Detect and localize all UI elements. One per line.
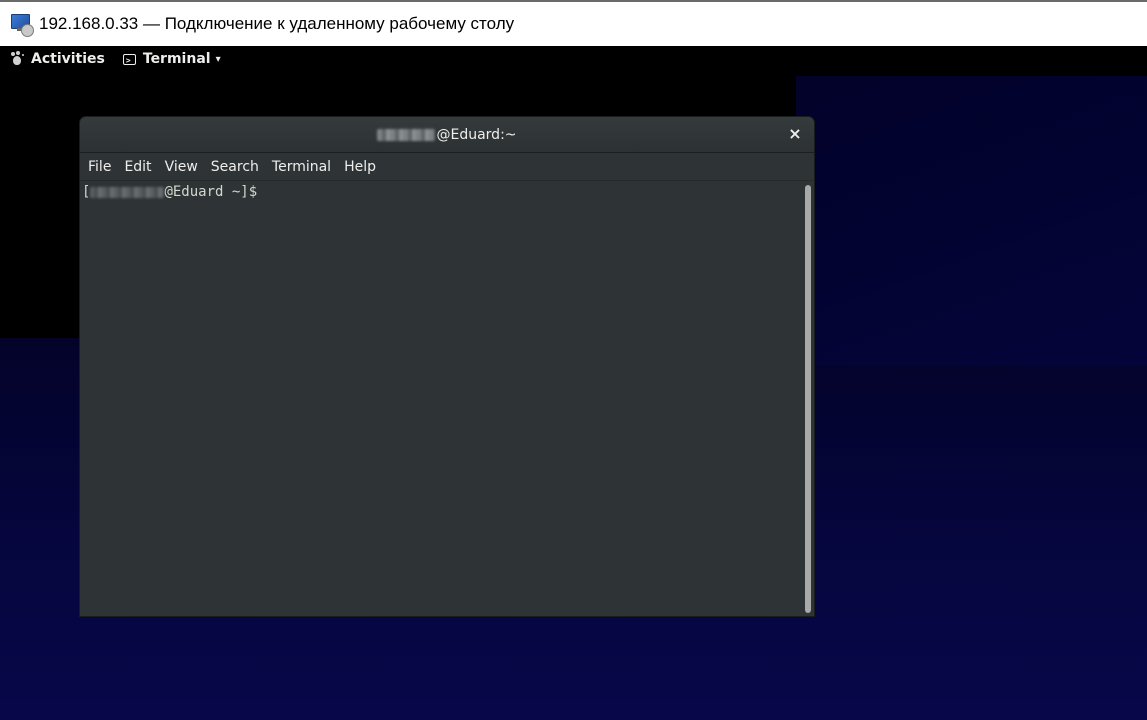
close-icon: ×	[788, 124, 802, 143]
terminal-window[interactable]: @Eduard:~ × File Edit View Search Termin…	[80, 117, 814, 616]
app-menu-label: Terminal	[142, 51, 211, 67]
terminal-scrollbar[interactable]	[805, 185, 811, 613]
menu-help[interactable]: Help	[339, 159, 381, 175]
menu-search[interactable]: Search	[206, 159, 264, 175]
terminal-icon: >	[122, 53, 136, 65]
desktop-background-right	[796, 76, 1147, 366]
redacted-prompt-username	[90, 186, 165, 198]
terminal-headerbar[interactable]: @Eduard:~ ×	[80, 117, 814, 153]
prompt-bracket: [	[82, 184, 91, 200]
terminal-title-host: @Eduard:~	[436, 126, 517, 143]
rdp-window-title: 192.168.0.33 — Подключение к удаленному …	[39, 14, 515, 33]
rdp-window-titlebar: 192.168.0.33 — Подключение к удаленному …	[0, 0, 1147, 46]
app-menu-terminal[interactable]: > Terminal ▾	[122, 51, 221, 67]
gnome-foot-icon	[10, 52, 24, 66]
terminal-title: @Eduard:~	[377, 126, 517, 143]
menu-file[interactable]: File	[83, 159, 116, 175]
prompt-host: @Eduard ~]$	[164, 184, 258, 200]
close-button[interactable]: ×	[786, 125, 804, 143]
menu-edit[interactable]: Edit	[119, 159, 156, 175]
terminal-body[interactable]: [ @Eduard ~]$	[80, 182, 814, 616]
redacted-username	[377, 128, 436, 141]
terminal-menubar: File Edit View Search Terminal Help	[80, 153, 814, 181]
menu-terminal[interactable]: Terminal	[267, 159, 336, 175]
activities-button[interactable]: Activities	[10, 51, 105, 67]
gnome-top-bar: Activities > Terminal ▾	[0, 46, 1147, 72]
remote-desktop-icon	[9, 12, 34, 37]
menu-view[interactable]: View	[160, 159, 203, 175]
remote-desktop: Activities > Terminal ▾ @Eduard:~ × File…	[0, 46, 1147, 720]
shell-prompt: [ @Eduard ~]$	[82, 184, 257, 200]
activities-label: Activities	[31, 51, 105, 67]
chevron-down-icon: ▾	[215, 53, 221, 65]
scrollbar-thumb[interactable]	[805, 185, 811, 613]
